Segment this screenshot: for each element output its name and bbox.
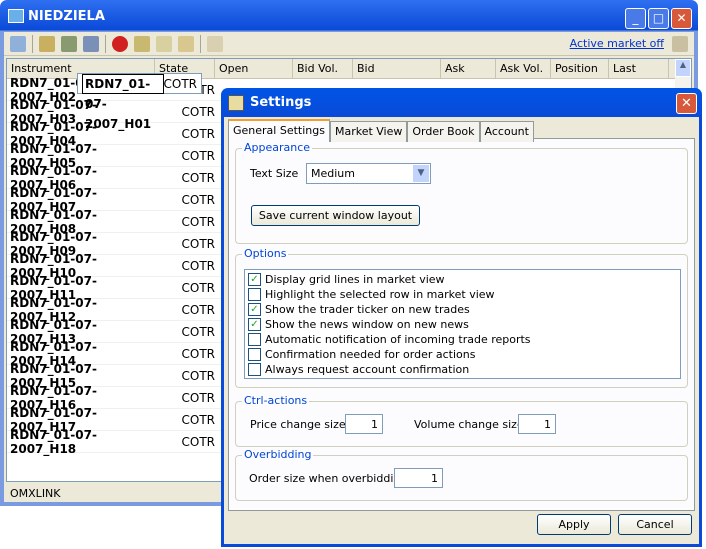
price-change-input[interactable]: 1 bbox=[345, 414, 383, 434]
order-size-label: Order size when overbidding bbox=[249, 472, 408, 485]
option-checkbox[interactable]: ✓ Show the news window on new news bbox=[245, 317, 680, 332]
table-row[interactable]: RDN7_01-07-2007_H01 COTR bbox=[77, 73, 202, 131]
window-title: NIEDZIELA bbox=[28, 8, 105, 24]
column-header[interactable]: Bid Vol. bbox=[293, 59, 353, 78]
close-button[interactable]: ✕ bbox=[671, 8, 692, 29]
option-label: Confirmation needed for order actions bbox=[265, 348, 476, 361]
state-cell: COTR bbox=[181, 390, 216, 405]
add-icon[interactable] bbox=[83, 35, 99, 52]
settings-icon bbox=[228, 94, 244, 111]
active-market-link[interactable]: Active market off bbox=[570, 37, 664, 50]
state-cell: COTR bbox=[181, 280, 216, 295]
state-cell: COTR bbox=[181, 104, 216, 119]
ctrl-actions-group: Ctrl-actions Price change size 1 Volume … bbox=[235, 394, 688, 447]
option-label: Display grid lines in market view bbox=[265, 273, 445, 286]
volume-change-label: Volume change size bbox=[414, 418, 524, 431]
state-cell: COTR bbox=[181, 170, 216, 185]
option-checkbox[interactable]: ✓ Display grid lines in market view bbox=[245, 272, 680, 287]
state-cell: COTR bbox=[181, 412, 216, 427]
checkbox[interactable] bbox=[248, 363, 261, 376]
option-checkbox[interactable]: ✓ Show the trader ticker on new trades bbox=[245, 302, 680, 317]
options-legend: Options bbox=[242, 247, 289, 260]
option-label: Show the trader ticker on new trades bbox=[265, 303, 470, 316]
state-cell: COTR bbox=[181, 192, 216, 207]
option-checkbox[interactable]: Automatic notification of incoming trade… bbox=[245, 332, 680, 347]
tab-market-view[interactable]: Market View bbox=[329, 121, 408, 142]
minimize-button[interactable]: _ bbox=[625, 8, 646, 29]
option-checkbox[interactable]: Always request account confirmation bbox=[245, 362, 680, 377]
windows-icon[interactable] bbox=[672, 36, 688, 52]
state-cell: COTR bbox=[181, 148, 216, 163]
checkbox[interactable] bbox=[248, 348, 261, 361]
stop-icon[interactable] bbox=[112, 35, 128, 52]
option-label: Show the news window on new news bbox=[265, 318, 469, 331]
maximize-button[interactable]: □ bbox=[648, 8, 669, 29]
notebook-icon[interactable] bbox=[39, 35, 55, 52]
column-header[interactable]: Ask bbox=[441, 59, 496, 78]
column-header[interactable]: Position bbox=[551, 59, 609, 78]
book-icon[interactable] bbox=[134, 35, 150, 52]
instrument-cell: RDN7_01-07-2007_H18 bbox=[10, 427, 97, 456]
state-cell: COTR bbox=[181, 258, 216, 273]
apply-button[interactable]: Apply bbox=[537, 514, 611, 535]
options-group: Options ✓ Display grid lines in market vi… bbox=[235, 247, 688, 388]
tab-general-settings[interactable]: General Settings bbox=[228, 119, 330, 142]
ctrl-actions-legend: Ctrl-actions bbox=[242, 394, 310, 407]
price-change-label: Price change size bbox=[250, 418, 346, 431]
appearance-legend: Appearance bbox=[242, 141, 313, 154]
save-layout-button[interactable]: Save current window layout bbox=[251, 205, 420, 226]
column-header[interactable]: Open bbox=[215, 59, 293, 78]
search-icon[interactable] bbox=[10, 35, 26, 52]
column-header[interactable]: Bid bbox=[353, 59, 441, 78]
state-cell: COTR bbox=[181, 214, 216, 229]
scroll-up-button[interactable]: ▲ bbox=[675, 59, 691, 77]
app-icon bbox=[8, 9, 24, 23]
checkbox[interactable]: ✓ bbox=[248, 318, 261, 331]
tab-account[interactable]: Account bbox=[479, 121, 534, 142]
option-label: Automatic notification of incoming trade… bbox=[265, 333, 531, 346]
settings-dialog: Settings ✕ Appearance Text Size Medium ▼ … bbox=[221, 88, 702, 547]
state-cell: COTR bbox=[181, 346, 216, 361]
checkbox[interactable]: ✓ bbox=[248, 273, 261, 286]
shapes-icon[interactable] bbox=[207, 35, 223, 52]
order-size-input[interactable]: 1 bbox=[394, 468, 443, 488]
cancel-button[interactable]: Cancel bbox=[618, 514, 692, 535]
checkbox[interactable]: ✓ bbox=[248, 303, 261, 316]
overbidding-legend: Overbidding bbox=[242, 448, 314, 461]
checkbox[interactable] bbox=[248, 333, 261, 346]
dialog-close-button[interactable]: ✕ bbox=[676, 93, 697, 114]
toolbar: Active market off bbox=[4, 32, 694, 56]
overbidding-group: Overbidding Order size when overbidding … bbox=[235, 448, 688, 501]
option-checkbox[interactable]: Confirmation needed for order actions bbox=[245, 347, 680, 362]
column-header[interactable]: Last bbox=[609, 59, 669, 78]
column-header[interactable]: Ask Vol. bbox=[496, 59, 551, 78]
chat-icon[interactable] bbox=[156, 35, 172, 52]
state-cell: COTR bbox=[181, 434, 216, 449]
state-cell: COTR bbox=[181, 302, 216, 317]
chevron-down-icon[interactable]: ▼ bbox=[413, 165, 429, 182]
instrument-cell: RDN7_01-07-2007_H01 bbox=[82, 73, 164, 131]
state-cell: COTR bbox=[181, 324, 216, 339]
title-bar: NIEDZIELA bbox=[4, 0, 694, 32]
dialog-title: Settings bbox=[250, 95, 312, 110]
checkbox[interactable] bbox=[248, 288, 261, 301]
text-size-select[interactable]: Medium ▼ bbox=[306, 163, 431, 184]
tab-order-book[interactable]: Order Book bbox=[407, 121, 480, 142]
state-cell: COTR bbox=[163, 76, 198, 91]
text-size-label: Text Size bbox=[250, 167, 299, 180]
link-icon[interactable] bbox=[61, 35, 77, 52]
text-size-value: Medium bbox=[311, 167, 355, 180]
option-label: Always request account confirmation bbox=[265, 363, 470, 376]
option-checkbox[interactable]: Highlight the selected row in market vie… bbox=[245, 287, 680, 302]
general-settings-page: Appearance Text Size Medium ▼ Save curren… bbox=[228, 138, 695, 511]
state-cell: COTR bbox=[181, 368, 216, 383]
checklist-icon[interactable] bbox=[178, 35, 194, 52]
state-cell: COTR bbox=[181, 126, 216, 141]
state-cell: COTR bbox=[181, 236, 216, 251]
option-label: Highlight the selected row in market vie… bbox=[265, 288, 495, 301]
volume-change-input[interactable]: 1 bbox=[518, 414, 556, 434]
options-list: ✓ Display grid lines in market view Highli… bbox=[244, 269, 681, 379]
appearance-group: Appearance Text Size Medium ▼ Save curren… bbox=[235, 141, 688, 244]
